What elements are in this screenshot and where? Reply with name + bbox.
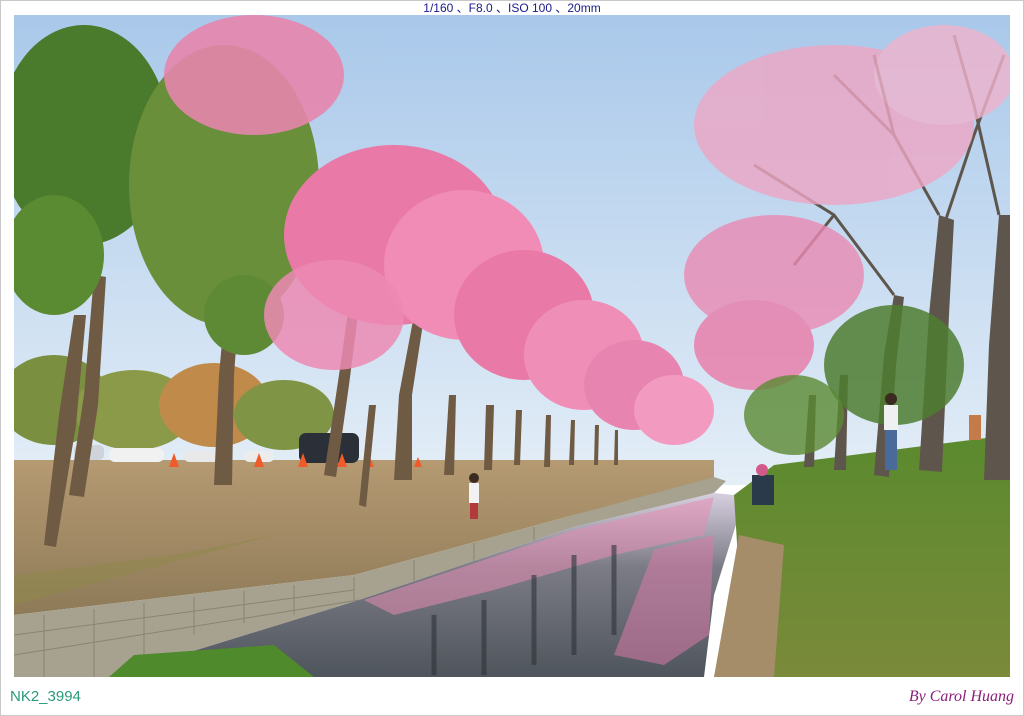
photographer-credit: By Carol Huang [908, 688, 1014, 705]
photo [14, 15, 1010, 677]
photo-scene [14, 15, 1010, 677]
file-id: NK2_3994 [10, 688, 81, 705]
exif-caption: 1/160 、F8.0 、ISO 100 、20mm [423, 1, 601, 15]
